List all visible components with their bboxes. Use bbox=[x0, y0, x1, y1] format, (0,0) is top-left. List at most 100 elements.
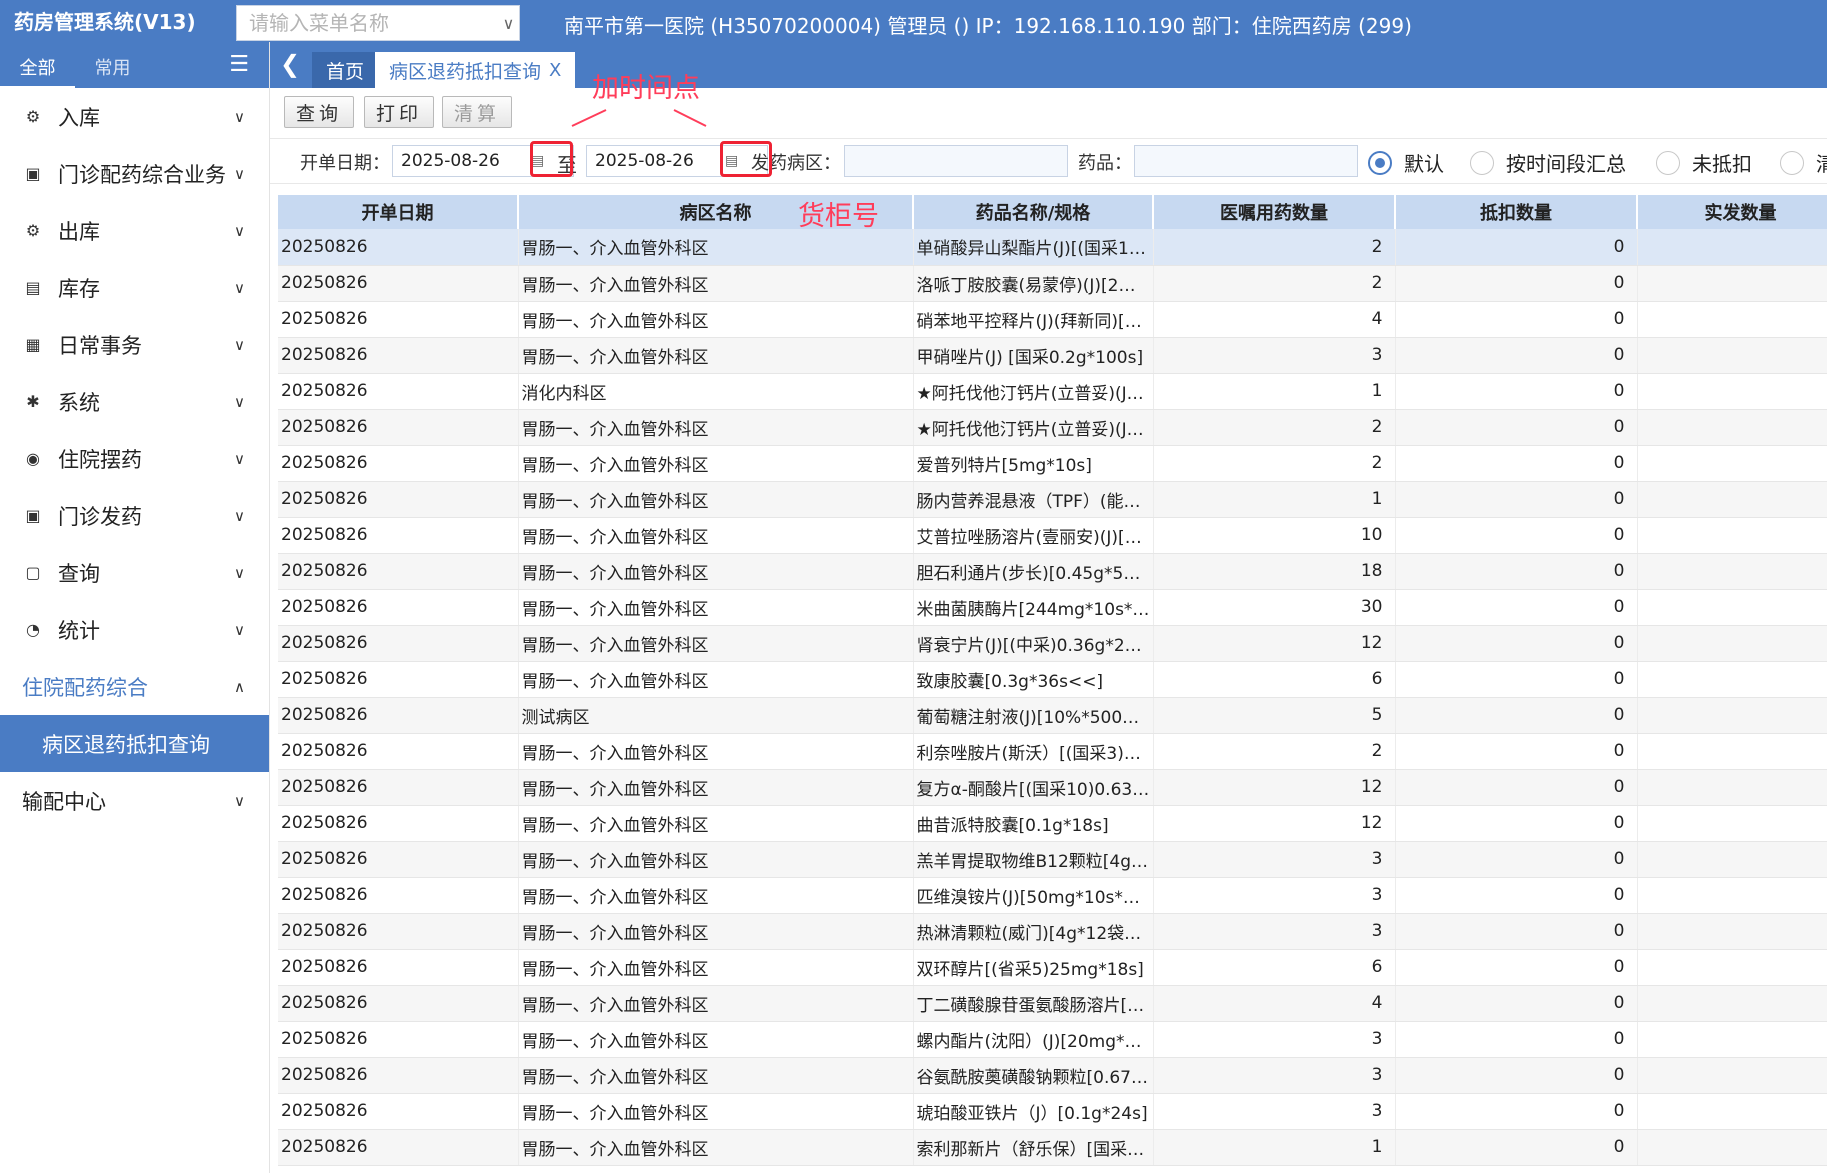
menu-search-input[interactable] bbox=[237, 6, 498, 40]
print-button[interactable]: 打印 bbox=[364, 96, 435, 128]
clear-button[interactable]: 清算 bbox=[442, 96, 513, 128]
table-cell: 3 bbox=[1153, 1057, 1396, 1094]
sidebar-item-inbound[interactable]: ⚙ 入库 ∨ bbox=[0, 88, 269, 145]
table-cell: 1 bbox=[1153, 1129, 1396, 1166]
table-row[interactable]: 20250826 胃肠一、介入血管外科区 爱普列特片[5mg*10s] 2 0 bbox=[278, 445, 1827, 482]
sidebar-item-daily[interactable]: ▦ 日常事务 ∨ bbox=[0, 316, 269, 373]
tab-ward-return-query[interactable]: 病区退药抵扣查询 X bbox=[375, 52, 576, 88]
sidebar-tab-favorites[interactable]: 常用 bbox=[75, 42, 150, 88]
column-header[interactable]: 开单日期 bbox=[278, 195, 519, 229]
radio-default[interactable]: 默认 bbox=[1368, 148, 1444, 177]
menu-search-box[interactable]: ∨ bbox=[236, 5, 520, 41]
sidebar-item-label: 日常事务 bbox=[58, 333, 142, 358]
sidebar-item-stats[interactable]: ◔ 统计 ∨ bbox=[0, 601, 269, 658]
table-row[interactable]: 20250826胃肠一、介入血管外科区索利那新片（舒乐保）[国采5mg*10s]… bbox=[278, 1129, 1827, 1166]
sidebar-item-inpatient[interactable]: ◉ 住院摆药 ∨ bbox=[0, 430, 269, 487]
table-row[interactable]: 20250826胃肠一、介入血管外科区洛哌丁胺胶囊(易蒙停)(J)[2mg*6s… bbox=[278, 265, 1827, 302]
close-icon[interactable]: X bbox=[549, 60, 561, 81]
table-row[interactable]: 20250826胃肠一、介入血管外科区丁二磺酸腺苷蛋氨酸肠溶片[0.5g*10s… bbox=[278, 985, 1827, 1022]
annotation-cabinet-no: 货柜号 bbox=[798, 201, 879, 232]
table-row[interactable]: 20250826胃肠一、介入血管外科区★阿托伐他汀钙片(立普妥)(J)[20mg… bbox=[278, 409, 1827, 446]
table-row[interactable]: 20250826 胃肠一、介入血管外科区 螺内酯片(沈阳）(J)[20mg*100s… bbox=[278, 1021, 1827, 1058]
table-cell: 5 bbox=[1153, 697, 1396, 734]
tab-home[interactable]: 首页 bbox=[312, 52, 379, 88]
drug-field[interactable] bbox=[1134, 145, 1358, 177]
table-cell: ★阿托伐他汀钙片(立普妥)(J)[20mg*7s] bbox=[913, 373, 1154, 410]
table-row[interactable]: 20250826 胃肠一、介入血管外科区 双环醇片[(省采5)25mg*18s] 6 0 bbox=[278, 949, 1827, 986]
table-cell bbox=[1637, 1093, 1827, 1130]
table-cell: 艾普拉唑肠溶片(壹丽安)(J)[10mg*8s] bbox=[913, 517, 1154, 554]
date-to-input[interactable] bbox=[587, 146, 723, 176]
table-cell: 0 bbox=[1395, 481, 1638, 518]
column-header[interactable]: 医嘱用药数量 bbox=[1153, 195, 1396, 229]
ward-field[interactable] bbox=[844, 145, 1068, 177]
drug-input[interactable] bbox=[1135, 146, 1357, 176]
table-row[interactable]: 20250826胃肠一、介入血管外科区利奈唑胺片(斯沃）[(国采3)0.6g*1… bbox=[278, 733, 1827, 770]
sidebar-item-clinic-dispense[interactable]: ▣ 门诊配药综合业务 ∨ bbox=[0, 145, 269, 202]
table-row[interactable]: 20250826 测试病区 葡萄糖注射液(J)[10%*500ml] 5 0 bbox=[278, 697, 1827, 734]
table-row[interactable]: 20250826胃肠一、介入血管外科区肠内营养混悬液（TPF）(能全力)[500… bbox=[278, 481, 1827, 518]
annotation-highlight-box bbox=[720, 141, 772, 177]
table-cell bbox=[1637, 1021, 1827, 1058]
sidebar-item-inventory[interactable]: ▤ 库存 ∨ bbox=[0, 259, 269, 316]
table-cell bbox=[1637, 877, 1827, 914]
top-header: 药房管理系统(V13) ∨ 南平市第一医院 (H35070200004) 管理员… bbox=[0, 0, 1827, 42]
radio-not-deducted[interactable]: 未抵扣 bbox=[1656, 148, 1752, 177]
table-cell: 胃肠一、介入血管外科区 bbox=[518, 409, 914, 446]
sidebar-item-query[interactable]: ▢ 查询 ∨ bbox=[0, 544, 269, 601]
date-from-input[interactable] bbox=[393, 146, 529, 176]
table-cell: 谷氨酰胺薁磺酸钠颗粒[0.67g*15袋] bbox=[913, 1057, 1154, 1094]
table-row[interactable]: 20250826胃肠一、介入血管外科区硝苯地平控释片(J)(拜新同)[30mg*… bbox=[278, 301, 1827, 338]
sidebar-item-outbound[interactable]: ⚙ 出库 ∨ bbox=[0, 202, 269, 259]
table-cell: 20250826 bbox=[278, 301, 519, 338]
table-row[interactable]: 20250826 胃肠一、介入血管外科区 致康胶囊[0.3g*36s<<] 6 0 bbox=[278, 661, 1827, 698]
table-row[interactable]: 20250826胃肠一、介入血管外科区单硝酸异山梨酯片(J)[(国采15)20m… bbox=[278, 229, 1827, 266]
chevron-down-icon[interactable]: ∨ bbox=[498, 14, 519, 33]
ward-input[interactable] bbox=[845, 146, 1067, 176]
table-row[interactable]: 20250826胃肠一、介入血管外科区谷氨酰胺薁磺酸钠颗粒[0.67g*15袋]… bbox=[278, 1057, 1827, 1094]
table-cell: 20250826 bbox=[278, 949, 519, 986]
table-cell: 1 bbox=[1153, 481, 1396, 518]
table-cell: 20250826 bbox=[278, 697, 519, 734]
sidebar-item-infusion-center[interactable]: 输配中心 ∨ bbox=[0, 772, 269, 829]
menu-collapse-icon[interactable]: ☰ bbox=[229, 52, 249, 77]
table-row[interactable]: 20250826 胃肠一、介入血管外科区 曲昔派特胶囊[0.1g*18s] 12 0 bbox=[278, 805, 1827, 842]
filter-bar: 开单日期： ▤ 至 ▤ 发药病区： 药品： 默认 按时间段汇总 未抵扣 bbox=[270, 138, 1827, 184]
sidebar-group-inpatient-dispense[interactable]: 住院配药综合 ∧ bbox=[0, 658, 269, 715]
table-cell: 0 bbox=[1395, 409, 1638, 446]
table-cell bbox=[1637, 841, 1827, 878]
table-cell bbox=[1637, 229, 1827, 266]
table-row[interactable]: 20250826 胃肠一、介入血管外科区 胆石利通片(步长)[0.45g*54s] 1… bbox=[278, 553, 1827, 590]
query-button[interactable]: 查询 bbox=[284, 96, 355, 128]
table-row[interactable]: 20250826 胃肠一、介入血管外科区 匹维溴铵片(J)[50mg*10s*2板]… bbox=[278, 877, 1827, 914]
table-row[interactable]: 20250826 胃肠一、介入血管外科区 甲硝唑片(J) [国采0.2g*100s]… bbox=[278, 337, 1827, 374]
radio-by-period[interactable]: 按时间段汇总 bbox=[1470, 148, 1626, 177]
table-cell: 3 bbox=[1153, 913, 1396, 950]
sidebar-group-label: 住院配药综合 bbox=[22, 675, 148, 700]
column-header[interactable]: 实发数量 bbox=[1637, 195, 1827, 229]
column-header[interactable]: 药品名称/规格 bbox=[913, 195, 1154, 229]
column-header[interactable]: 抵扣数量 bbox=[1395, 195, 1638, 229]
table-row[interactable]: 20250826 胃肠一、介入血管外科区 热淋清颗粒(威门)[4g*12袋<<] 3 0 bbox=[278, 913, 1827, 950]
table-row[interactable]: 20250826 胃肠一、介入血管外科区 肾衰宁片(J)[(中采)0.36g*24s… bbox=[278, 625, 1827, 662]
sidebar-subitem-ward-return-query[interactable]: 病区退药抵扣查询 bbox=[0, 715, 269, 772]
table-cell: 米曲菌胰酶片[244mg*10s*2板] bbox=[913, 589, 1154, 626]
table-cell: 胃肠一、介入血管外科区 bbox=[518, 985, 914, 1022]
table-row[interactable]: 20250826胃肠一、介入血管外科区羔羊胃提取物维B12颗粒[4g*10袋]3… bbox=[278, 841, 1827, 878]
table-row[interactable]: 20250826 胃肠一、介入血管外科区 琥珀酸亚铁片（J）[0.1g*24s] 3 0 bbox=[278, 1093, 1827, 1130]
radio-clear[interactable]: 清 bbox=[1780, 148, 1827, 177]
table-row[interactable]: 20250826 胃肠一、介入血管外科区 复方α-酮酸片[(国采10)0.63g* 1… bbox=[278, 769, 1827, 806]
table-cell: 1 bbox=[1153, 373, 1396, 410]
table-cell bbox=[1637, 913, 1827, 950]
table-cell: 20250826 bbox=[278, 841, 519, 878]
sidebar-item-system[interactable]: ✱ 系统 ∨ bbox=[0, 373, 269, 430]
table-row[interactable]: 20250826消化内科区★阿托伐他汀钙片(立普妥)(J)[20mg*7s]10 bbox=[278, 373, 1827, 410]
table-row[interactable]: 20250826胃肠一、介入血管外科区艾普拉唑肠溶片(壹丽安)(J)[10mg*… bbox=[278, 517, 1827, 554]
table-cell: 2 bbox=[1153, 445, 1396, 482]
sidebar-tab-all[interactable]: 全部 bbox=[0, 42, 75, 88]
table-row[interactable]: 20250826 胃肠一、介入血管外科区 米曲菌胰酶片[244mg*10s*2板] 3… bbox=[278, 589, 1827, 626]
table-cell: 20250826 bbox=[278, 877, 519, 914]
sidebar-item-outpatient[interactable]: ▣ 门诊发药 ∨ bbox=[0, 487, 269, 544]
chevron-left-icon[interactable]: ❮ bbox=[280, 50, 300, 78]
table-cell: ★阿托伐他汀钙片(立普妥)(J)[20mg*7s] bbox=[913, 409, 1154, 446]
